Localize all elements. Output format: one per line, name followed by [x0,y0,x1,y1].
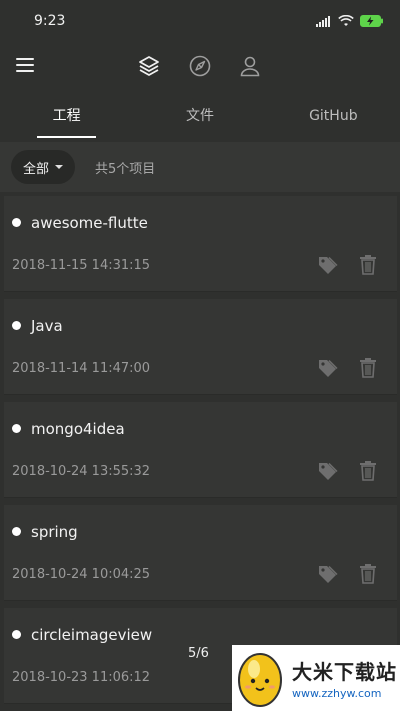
tab-files[interactable]: 文件 [133,96,266,140]
bullet-icon [12,218,21,227]
tab-projects[interactable]: 工程 [0,96,133,140]
tag-icon[interactable] [316,357,338,379]
trash-icon[interactable] [358,254,378,276]
tag-icon[interactable] [316,460,338,482]
tag-icon[interactable] [316,563,338,585]
trash-icon[interactable] [358,563,378,585]
tab-bar: 工程 文件 GitHub [0,96,400,140]
status-bar: 9:23 [0,0,400,42]
filter-bar: 全部 共5个项目 [0,142,400,192]
status-icons [316,15,384,27]
tag-icon[interactable] [316,254,338,276]
project-date: 2018-11-15 14:31:15 [12,258,151,273]
filter-dropdown[interactable]: 全部 [11,150,76,184]
bullet-icon [12,321,21,330]
project-name: circleimageview [31,626,153,644]
bullet-icon [12,630,21,639]
page-indicator: 5/6 [188,646,209,661]
filter-dropdown-label: 全部 [23,161,50,177]
user-icon[interactable] [238,54,262,78]
watermark-url: www.zzhyw.com [292,687,382,700]
watermark: 大米下载站 www.zzhyw.com [232,645,400,711]
layers-icon[interactable] [137,54,161,78]
rice-logo-icon [238,653,282,707]
top-toolbar [0,42,400,92]
project-name: Java [31,317,63,335]
project-name: mongo4idea [31,420,125,438]
navigation-icon[interactable] [188,54,212,78]
watermark-title: 大米下载站 [292,660,397,684]
signal-icon [316,15,330,27]
bullet-icon [12,527,21,536]
trash-icon[interactable] [358,460,378,482]
tab-github[interactable]: GitHub [267,96,400,140]
menu-icon[interactable] [16,58,34,74]
project-count: 共5个项目 [95,161,156,177]
wifi-icon [338,15,354,26]
project-date: 2018-10-24 13:55:32 [12,464,151,479]
battery-charging-icon [360,15,383,27]
project-card[interactable]: Java 2018-11-14 11:47:00 [4,299,397,395]
status-time: 9:23 [34,13,66,29]
caret-down-icon [55,165,64,169]
bullet-icon [12,424,21,433]
project-date: 2018-10-23 11:06:12 [12,670,151,685]
project-card[interactable]: mongo4idea 2018-10-24 13:55:32 [4,402,397,498]
project-name: awesome-flutte [31,214,148,232]
project-card[interactable]: spring 2018-10-24 10:04:25 [4,505,397,601]
project-date: 2018-11-14 11:47:00 [12,361,151,376]
project-name: spring [31,523,78,541]
trash-icon[interactable] [358,357,378,379]
project-card[interactable]: awesome-flutte 2018-11-15 14:31:15 [4,196,397,292]
project-date: 2018-10-24 10:04:25 [12,567,151,582]
